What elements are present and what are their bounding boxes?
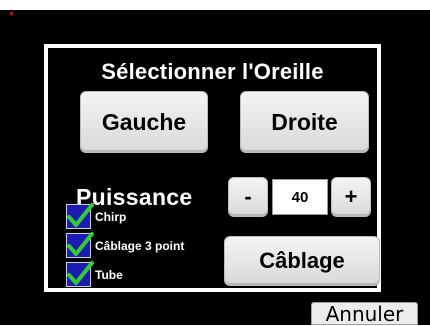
tube-checkbox[interactable] <box>66 261 94 287</box>
power-increase-button[interactable]: + <box>331 177 371 217</box>
power-value: 40 <box>272 179 328 215</box>
checkmark-icon <box>67 203 94 227</box>
tube-label: Tube <box>95 267 123 282</box>
chirp-label: Chirp <box>95 209 127 224</box>
indicator-dot <box>10 12 13 15</box>
wiring-button[interactable]: Câblage <box>224 236 380 286</box>
power-decrease-button[interactable]: - <box>228 177 268 217</box>
chirp-checkbox[interactable] <box>66 203 94 229</box>
right-ear-button[interactable]: Droite <box>240 91 369 153</box>
checkmark-icon <box>67 261 94 285</box>
dialog-title: Sélectionner l'Oreille <box>101 59 324 84</box>
cancel-button[interactable]: Annuler <box>311 302 418 326</box>
option-tube[interactable]: Tube <box>66 261 123 287</box>
three-point-wiring-label: Câblage 3 point <box>95 238 185 253</box>
option-chirp[interactable]: Chirp <box>66 203 127 229</box>
option-three-point-wiring[interactable]: Câblage 3 point <box>66 232 185 258</box>
left-ear-button[interactable]: Gauche <box>80 91 208 153</box>
checkmark-icon <box>67 232 94 256</box>
three-point-wiring-checkbox[interactable] <box>66 232 94 258</box>
